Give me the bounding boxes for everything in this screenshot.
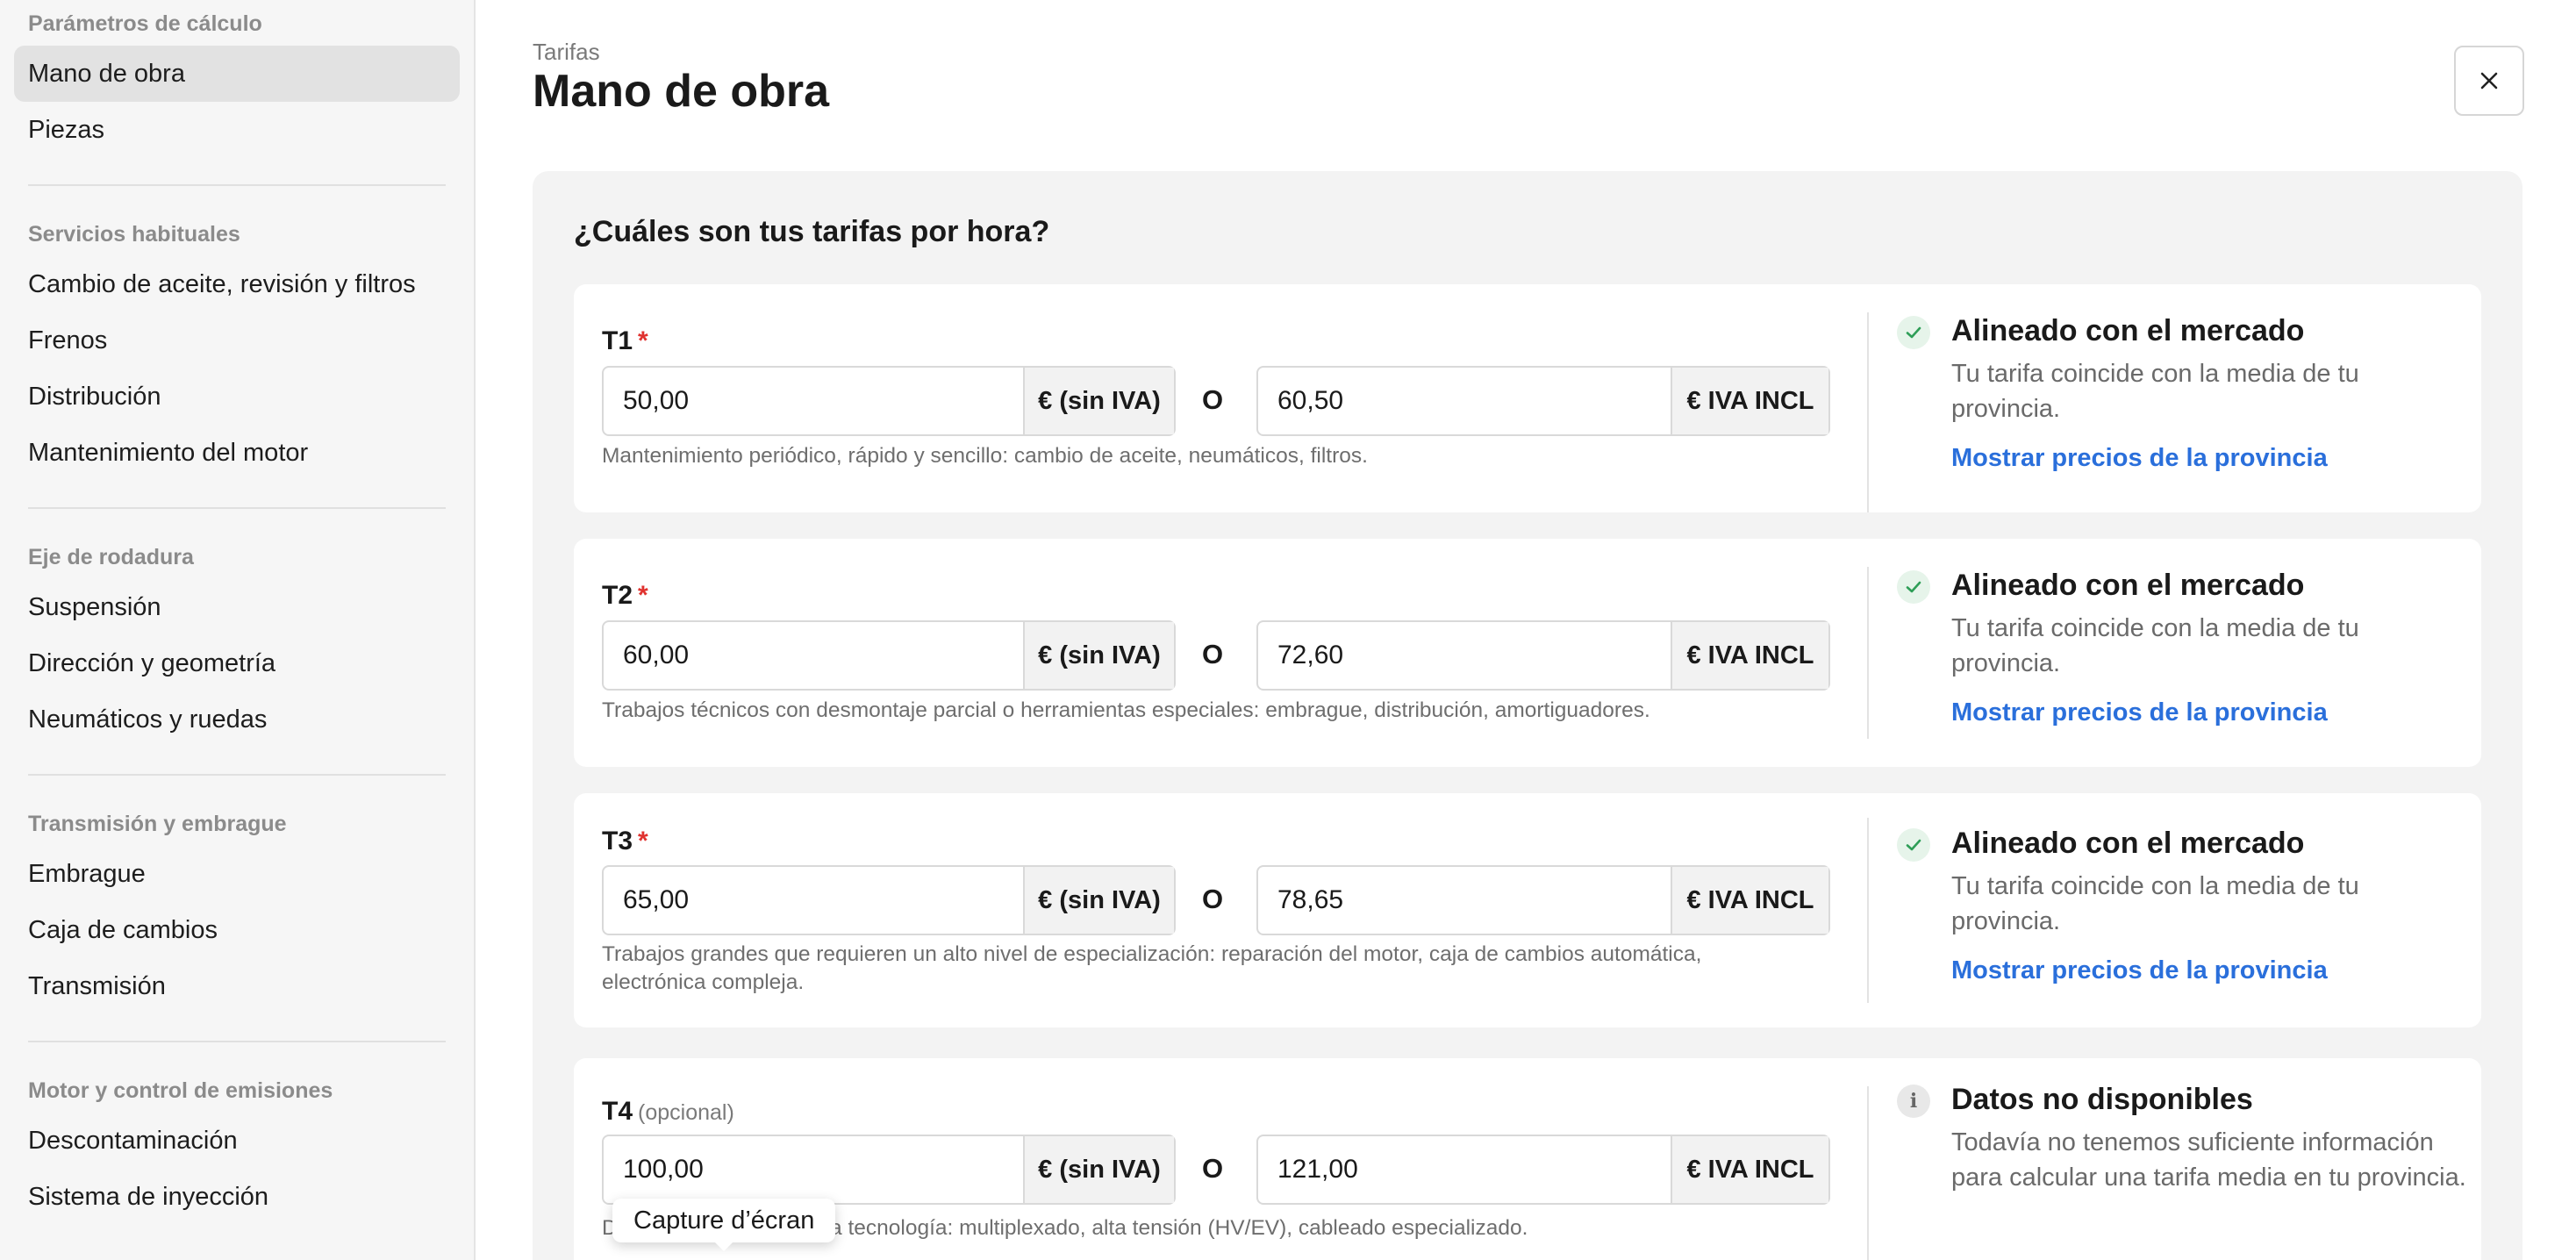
sidebar-item-direccion-geometria[interactable]: Dirección y geometría <box>14 635 460 691</box>
rate-excl-input[interactable] <box>604 867 1023 934</box>
sidebar-section-title: Transmisión y embrague <box>28 812 287 836</box>
rate-incl-input[interactable] <box>1258 368 1671 434</box>
panel-question: ¿Cuáles son tus tarifas por hora? <box>574 215 1050 248</box>
unit-incl-addon: € IVA INCL <box>1671 622 1828 689</box>
tier-help-text: Mantenimiento periódico, rápido y sencil… <box>602 444 1368 468</box>
tier-label: T3 * <box>602 827 648 856</box>
check-icon <box>1897 828 1930 862</box>
sidebar-item-frenos[interactable]: Frenos <box>14 312 460 369</box>
page-title: Mano de obra <box>533 66 830 117</box>
tier-name: T3 <box>602 827 633 856</box>
sidebar-item-suspension[interactable]: Suspensión <box>14 579 460 635</box>
tier-label: T4 (opcional) <box>602 1097 734 1127</box>
tier-card-t2: T2* € (sin IVA) O € IVA INCL Trabajos té… <box>574 539 2481 767</box>
close-icon <box>2480 72 2498 89</box>
tier-help-text: Trabajos grandes que requieren un alto n… <box>602 942 1702 994</box>
sidebar-item-distribucion[interactable]: Distribución <box>14 369 460 425</box>
or-separator: O <box>1202 1153 1224 1184</box>
rates-panel: ¿Cuáles son tus tarifas por hora? T1* € … <box>533 171 2522 1260</box>
sidebar-section-title: Motor y control de emisiones <box>28 1078 333 1103</box>
required-mark: * <box>638 827 648 856</box>
rate-incl-input[interactable] <box>1258 622 1671 689</box>
status-description: Tu tarifa coincide con la media de tu pr… <box>1951 360 2359 423</box>
sidebar-item-sistema-inyeccion[interactable]: Sistema de inyección <box>14 1169 460 1225</box>
sidebar-item-transmision[interactable]: Transmisión <box>14 958 460 1014</box>
check-icon <box>1897 316 1930 349</box>
rate-excl-field: € (sin IVA) <box>602 620 1176 691</box>
status-title: Datos no disponibles <box>1951 1083 2253 1116</box>
or-separator: O <box>1202 884 1224 914</box>
check-icon <box>1897 570 1930 604</box>
close-button[interactable] <box>2454 46 2524 116</box>
rate-excl-input[interactable] <box>604 1136 1023 1203</box>
rate-incl-field: € IVA INCL <box>1256 865 1830 935</box>
screenshot-tooltip: Capture d’écran <box>612 1199 836 1251</box>
page-eyebrow: Tarifas <box>533 39 600 65</box>
status-title: Alineado con el mercado <box>1951 569 2305 602</box>
tier-name: T1 <box>602 326 633 355</box>
required-mark: * <box>638 326 648 355</box>
tier-name: T2 <box>602 581 633 610</box>
sidebar-item-descontaminacion[interactable]: Descontaminación <box>14 1113 460 1169</box>
rate-excl-input[interactable] <box>604 368 1023 434</box>
show-province-prices-link[interactable]: Mostrar precios de la provincia <box>1951 444 2328 473</box>
status-title: Alineado con el mercado <box>1951 314 2305 347</box>
tier-card-t3: T3* € (sin IVA) O € IVA INCL Trabajos gr… <box>574 793 2481 1027</box>
unit-excl-addon: € (sin IVA) <box>1023 368 1174 434</box>
show-province-prices-link[interactable]: Mostrar precios de la provincia <box>1951 698 2328 727</box>
card-divider <box>1867 312 1869 512</box>
rate-excl-input[interactable] <box>604 622 1023 689</box>
sidebar-item-mantenimiento-motor[interactable]: Mantenimiento del motor <box>14 425 460 481</box>
info-icon: i <box>1897 1085 1930 1118</box>
status-description: Todavía no tenemos suficiente informació… <box>1951 1128 2466 1192</box>
sidebar-divider <box>28 774 446 776</box>
or-separator: O <box>1202 384 1224 415</box>
status-description: Tu tarifa coincide con la media de tu pr… <box>1951 614 2359 677</box>
card-divider <box>1867 567 1869 739</box>
sidebar-divider <box>28 507 446 509</box>
sidebar-section-title: Parámetros de cálculo <box>28 11 262 36</box>
sidebar-item-piezas[interactable]: Piezas <box>14 102 460 158</box>
unit-excl-addon: € (sin IVA) <box>1023 1136 1174 1203</box>
show-province-prices-link[interactable]: Mostrar precios de la provincia <box>1951 956 2328 985</box>
sidebar-section-title: Eje de rodadura <box>28 545 194 569</box>
sidebar: Parámetros de cálculo Mano de obra Pieza… <box>0 0 476 1260</box>
main-content: Tarifas Mano de obra ¿Cuáles son tus tar… <box>477 0 2576 1260</box>
tier-help-text: Trabajos técnicos con desmontaje parcial… <box>602 698 1650 722</box>
sidebar-item-mano-de-obra[interactable]: Mano de obra <box>14 46 460 102</box>
tier-card-t4: T4(opcional) € (sin IVA) O € IVA INCL D … <box>574 1058 2481 1260</box>
rate-incl-field: € IVA INCL <box>1256 620 1830 691</box>
rate-incl-field: € IVA INCL <box>1256 366 1830 436</box>
tier-label: T2 * <box>602 581 648 611</box>
rate-excl-field: € (sin IVA) <box>602 865 1176 935</box>
rate-incl-input[interactable] <box>1258 867 1671 934</box>
required-mark: * <box>638 581 648 610</box>
tier-card-t1: T1* € (sin IVA) O € IVA INCL Mantenimien… <box>574 284 2481 512</box>
card-divider <box>1867 818 1869 1003</box>
unit-incl-addon: € IVA INCL <box>1671 1136 1828 1203</box>
rate-excl-field: € (sin IVA) <box>602 366 1176 436</box>
card-divider <box>1867 1086 1869 1260</box>
sidebar-item-neumaticos-ruedas[interactable]: Neumáticos y ruedas <box>14 691 460 748</box>
unit-incl-addon: € IVA INCL <box>1671 368 1828 434</box>
unit-incl-addon: € IVA INCL <box>1671 867 1828 934</box>
sidebar-section-title: Servicios habituales <box>28 222 240 247</box>
status-title: Alineado con el mercado <box>1951 827 2305 860</box>
or-separator: O <box>1202 639 1224 669</box>
unit-excl-addon: € (sin IVA) <box>1023 867 1174 934</box>
sidebar-item-caja-cambios[interactable]: Caja de cambios <box>14 902 460 958</box>
rate-incl-field: € IVA INCL <box>1256 1135 1830 1205</box>
sidebar-item-embrague[interactable]: Embrague <box>14 846 460 902</box>
sidebar-divider <box>28 184 446 186</box>
tier-name: T4 <box>602 1097 633 1126</box>
tier-label: T1 * <box>602 326 648 356</box>
unit-excl-addon: € (sin IVA) <box>1023 622 1174 689</box>
status-description: Tu tarifa coincide con la media de tu pr… <box>1951 872 2359 935</box>
sidebar-divider <box>28 1041 446 1042</box>
rate-excl-field: € (sin IVA) <box>602 1135 1176 1205</box>
optional-note: (opcional) <box>638 1100 734 1125</box>
sidebar-item-cambio-aceite[interactable]: Cambio de aceite, revisión y filtros <box>14 256 460 312</box>
rate-incl-input[interactable] <box>1258 1136 1671 1203</box>
